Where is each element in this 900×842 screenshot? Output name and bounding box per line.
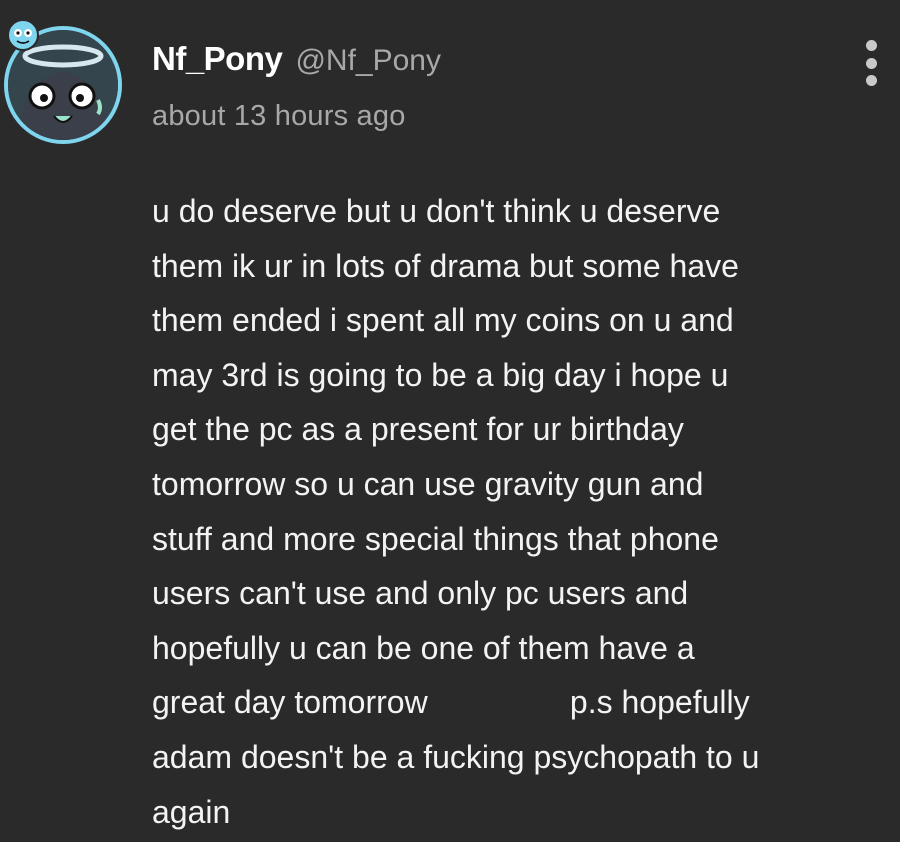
more-vertical-icon (865, 40, 877, 51)
more-vertical-icon (865, 57, 877, 69)
user-handle[interactable]: @Nf_Pony (295, 44, 441, 77)
comment-body-line: adam doesn't be a fucking psychopath to … (152, 738, 760, 775)
comment-body-line: again (152, 793, 231, 830)
comment-body: u do deserve but u don't think u deserve… (152, 184, 892, 839)
comment-body-line: u do deserve but u don't think u deserve (152, 193, 721, 229)
comment-body-line: may 3rd is going to be a big day i hope … (152, 356, 729, 393)
comment-body-line: them ik ur in lots of drama but some hav… (152, 247, 739, 284)
comment-body-line: hopefully u can be one of them have a (152, 629, 695, 666)
comment-timestamp: about 13 hours ago (152, 100, 406, 132)
comment-body-line: them ended i spent all my coins on u and (152, 302, 734, 339)
comment-body-line: tomorrow so u can use gravity gun and (152, 465, 704, 502)
comment-header: Nf_Pony @Nf_Pony (152, 40, 441, 78)
comment-card: Nf_Pony @Nf_Pony about 13 hours ago u do… (0, 0, 900, 842)
comment-body-line: great day tomorrow p.s hopefully (152, 684, 750, 721)
username[interactable]: Nf_Pony (152, 40, 283, 77)
comment-body-line: stuff and more special things that phone (152, 520, 719, 557)
comment-body-line: users can't use and only pc users and (152, 575, 689, 612)
more-options-button[interactable] (854, 40, 888, 86)
alien-badge-icon (6, 18, 40, 52)
comment-body-line: get the pc as a present for ur birthday (152, 411, 684, 448)
more-vertical-icon (865, 75, 877, 86)
